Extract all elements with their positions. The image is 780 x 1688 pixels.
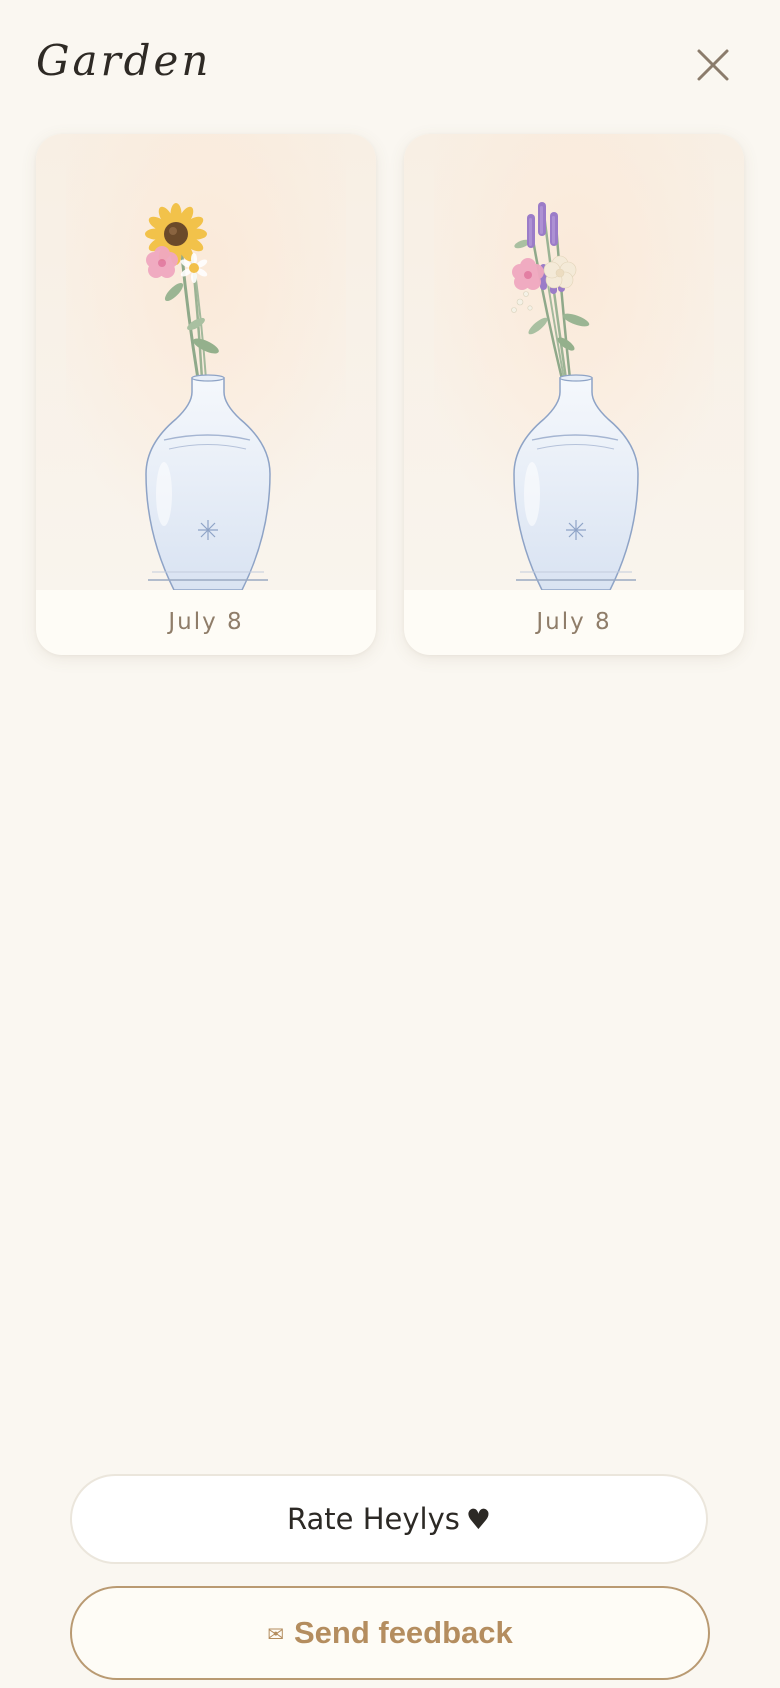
close-button[interactable]	[688, 40, 738, 90]
rate-button-label: Rate Heylys	[287, 1502, 460, 1536]
page-title: Garden	[36, 36, 212, 85]
bouquet-illustration	[404, 134, 744, 590]
garden-card[interactable]: July 8	[36, 134, 376, 655]
heart-icon: ♥	[465, 1503, 491, 1536]
card-date: July 8	[168, 609, 244, 635]
send-feedback-label: Send feedback	[293, 1615, 513, 1650]
close-icon	[697, 49, 729, 81]
send-feedback-button[interactable]: ✉ Send feedback	[70, 1586, 710, 1680]
header: Garden	[0, 0, 780, 130]
card-date: July 8	[536, 609, 612, 635]
mail-icon: ✉	[267, 1624, 284, 1646]
rate-button[interactable]: Rate Heylys ♥	[70, 1474, 708, 1564]
bouquet-illustration	[36, 134, 376, 590]
garden-card[interactable]: July 8	[404, 134, 744, 655]
